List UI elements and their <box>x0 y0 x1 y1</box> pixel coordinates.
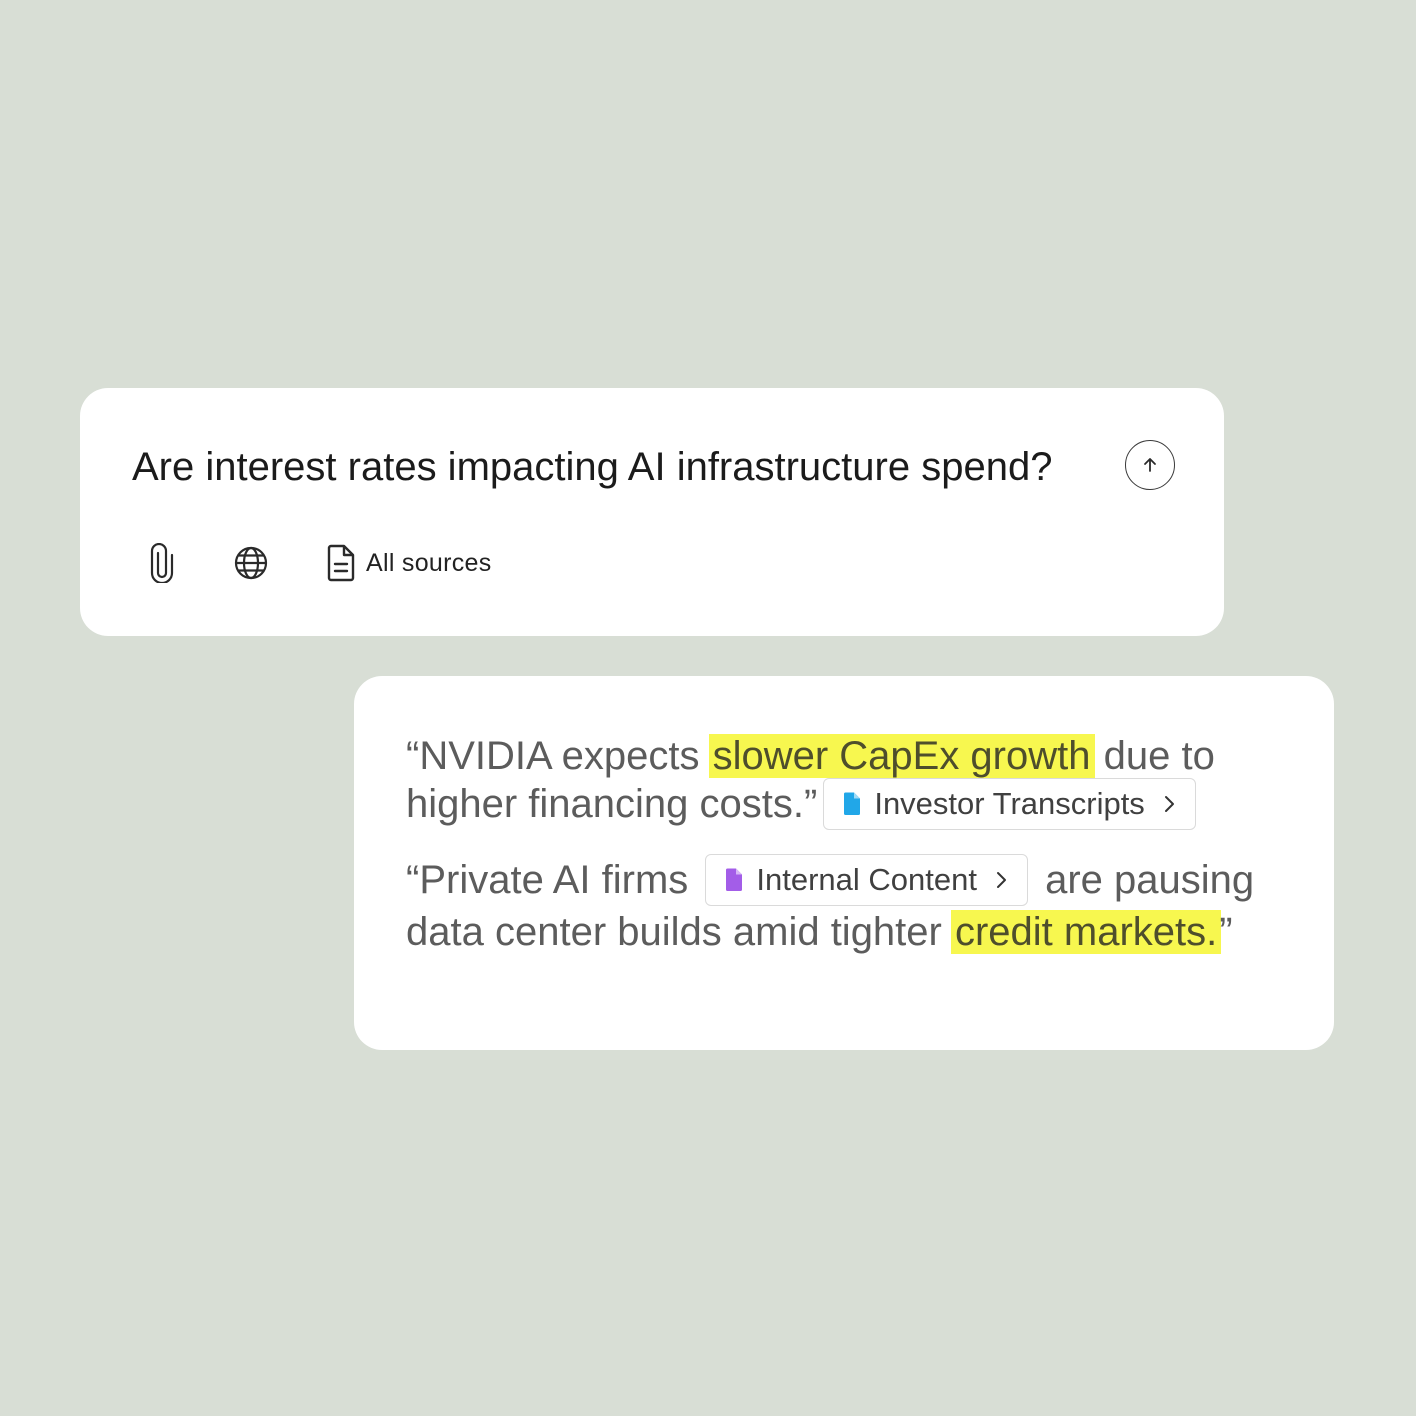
quote-private-ai: “Private AI firms Internal Content are p… <box>406 854 1286 956</box>
sources-label: All sources <box>366 548 492 577</box>
highlighted-text: slower CapEx growth <box>708 734 1095 778</box>
file-icon <box>842 792 862 816</box>
attach-button[interactable] <box>146 542 178 584</box>
quote-text: “NVIDIA expects <box>406 734 711 778</box>
chevron-right-icon <box>1163 793 1177 815</box>
source-chip-label: Investor Transcripts <box>874 786 1145 822</box>
chevron-right-icon <box>995 869 1009 891</box>
query-text[interactable]: Are interest rates impacting AI infrastr… <box>132 442 1052 492</box>
query-card: Are interest rates impacting AI infrastr… <box>80 388 1224 636</box>
quote-text: ” <box>1219 910 1233 955</box>
send-button[interactable] <box>1125 440 1175 490</box>
source-chip-investor-transcripts[interactable]: Investor Transcripts <box>823 778 1196 831</box>
source-chip-internal-content[interactable]: Internal Content <box>705 854 1028 907</box>
quote-nvidia: “NVIDIA expects slower CapEx growth due … <box>406 732 1286 832</box>
web-search-button[interactable] <box>232 544 270 582</box>
quote-text: “Private AI firms <box>406 858 700 902</box>
canvas: Are interest rates impacting AI infrastr… <box>0 0 1416 1416</box>
sources-selector[interactable]: All sources <box>326 542 492 584</box>
answer-card: “NVIDIA expects slower CapEx growth due … <box>354 676 1334 1050</box>
globe-icon <box>234 546 268 580</box>
paperclip-icon <box>150 543 174 583</box>
file-icon <box>724 868 744 892</box>
arrow-up-icon <box>1144 458 1156 472</box>
highlighted-text: credit markets. <box>950 910 1222 955</box>
document-icon <box>327 544 355 582</box>
source-chip-label: Internal Content <box>756 862 977 898</box>
